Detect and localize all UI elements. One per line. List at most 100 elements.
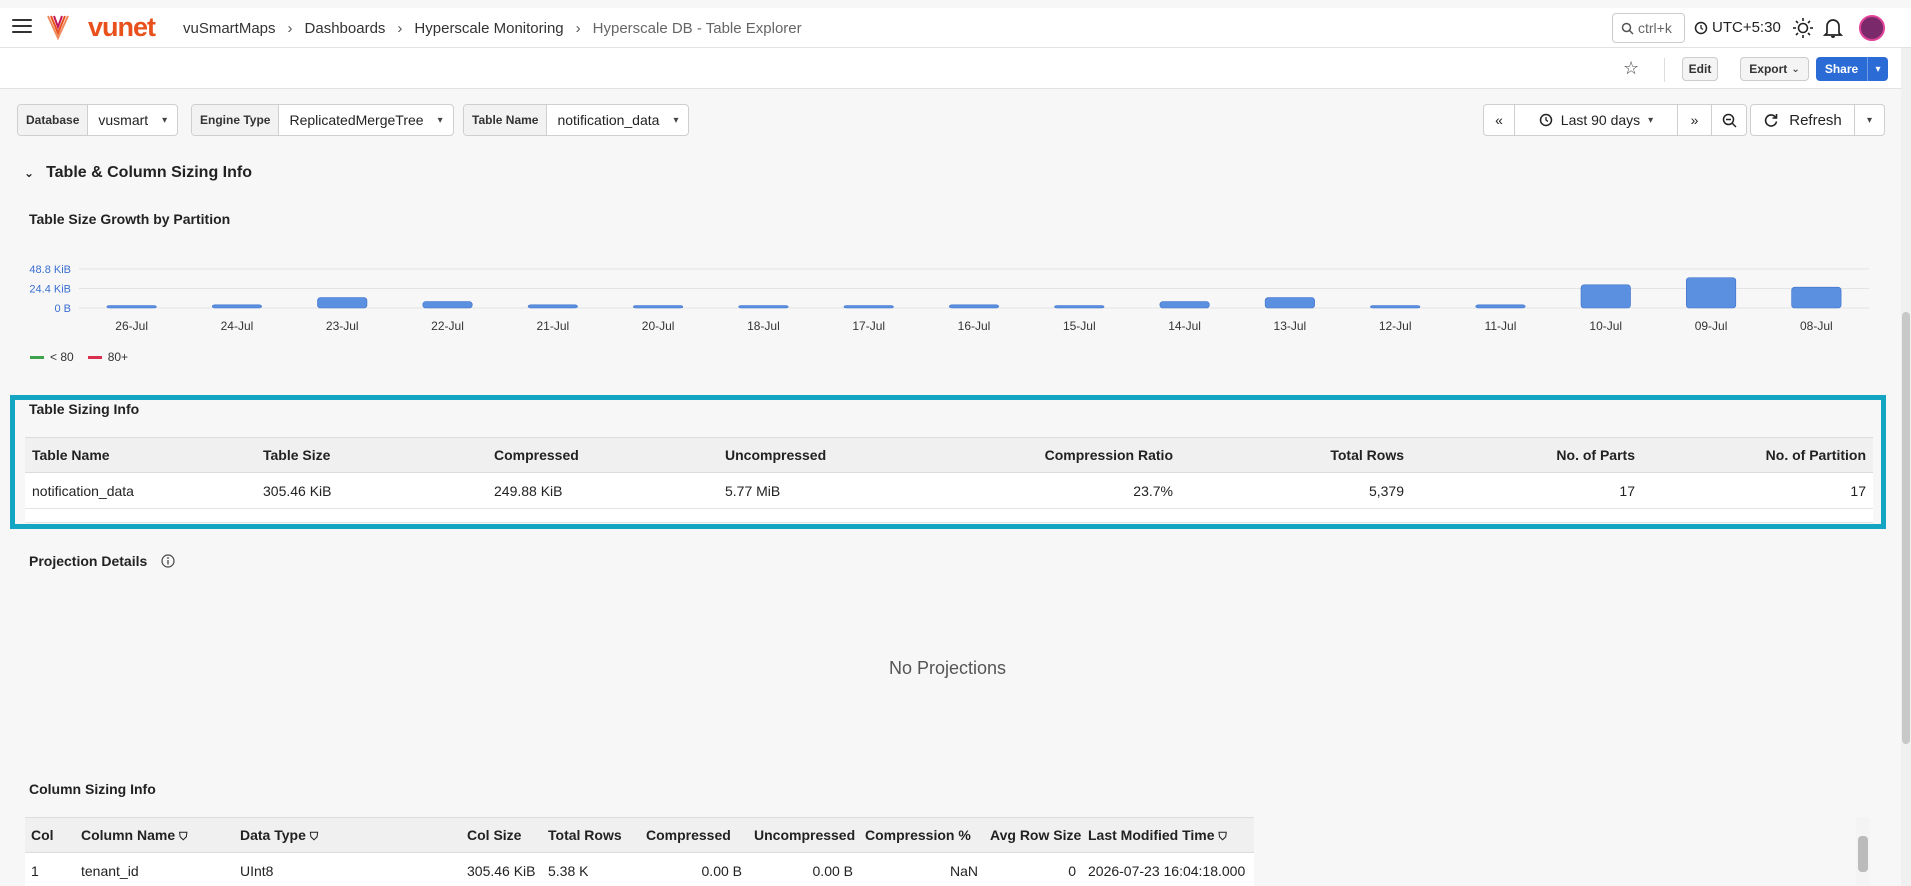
table-cell: 23.7% [949, 472, 1180, 509]
page-scrollbar-thumb[interactable] [1902, 312, 1910, 744]
legend-label: < 80 [50, 350, 74, 364]
notification-bell-icon[interactable] [1823, 17, 1843, 39]
table-cell: notification_data [25, 472, 256, 509]
no-projections-message: No Projections [889, 658, 1007, 678]
section-header[interactable]: ⌄ Table & Column Sizing Info [24, 164, 252, 182]
chevron-right-icon: › [575, 20, 581, 37]
column-header[interactable]: Compressed [487, 437, 718, 473]
chart-bar[interactable] [1264, 297, 1315, 309]
column-header[interactable]: Uncompressed [718, 437, 949, 473]
refresh-icon [1765, 114, 1778, 127]
table-row[interactable]: notification_data 305.46 KiB 249.88 KiB … [25, 472, 1873, 509]
chevron-down-icon: ⌄ [1791, 63, 1800, 75]
chart-bar[interactable] [633, 305, 684, 309]
column-header[interactable]: Avg Row Size [984, 817, 1082, 853]
refresh-interval-chevron-icon[interactable]: ▾ [1854, 105, 1884, 135]
chart-bar[interactable] [738, 305, 789, 309]
filter-table-name[interactable]: Table Name notification_data ▾ [463, 104, 690, 136]
filter-database[interactable]: Database vusmart ▾ [17, 104, 179, 136]
table-cell: 17 [1642, 472, 1873, 509]
column-header[interactable]: Compression Ratio [949, 437, 1180, 473]
column-header[interactable]: No. of Partition [1642, 437, 1873, 473]
divider [1664, 58, 1665, 82]
column-header-last-modified[interactable]: Last Modified Time ⛉ [1082, 817, 1254, 853]
column-header[interactable]: Total Rows [542, 817, 640, 853]
zoom-out-icon[interactable] [1712, 105, 1746, 135]
chart-bar[interactable] [1054, 305, 1105, 309]
breadcrumb-hyperscale-monitoring[interactable]: Hyperscale Monitoring [414, 20, 563, 37]
time-range-label: Last 90 days [1560, 112, 1641, 128]
column-header[interactable]: Table Size [256, 437, 487, 473]
column-header[interactable]: Compression % [859, 817, 984, 853]
table-cell: 305.46 KiB [461, 852, 542, 886]
filter-icon[interactable]: ⛉ [1219, 831, 1227, 843]
chart-bar[interactable] [1791, 286, 1842, 309]
x-tick-label: 16-Jul [958, 319, 991, 333]
breadcrumb-dashboards[interactable]: Dashboards [305, 20, 386, 37]
chart-bar[interactable] [1159, 301, 1210, 309]
share-dropdown-chevron-icon[interactable]: ▾ [1868, 57, 1888, 81]
column-header[interactable]: Table Name [25, 437, 256, 473]
table-row[interactable]: 1 tenant_id UInt8 305.46 KiB 5.38 K 0.00… [25, 852, 1254, 886]
time-back-double-chevron-icon[interactable]: « [1484, 105, 1515, 135]
export-label: Export [1749, 62, 1788, 76]
table-size-growth-chart: 0 B 24.4 KiB 48.8 KiB 26-Jul 24-Jul 23-Jul 22-… [29, 264, 1869, 333]
x-tick-label: 14-Jul [1168, 319, 1201, 333]
chart-bar[interactable] [317, 297, 368, 309]
filter-engine-type[interactable]: Engine Type ReplicatedMergeTree ▾ [191, 104, 454, 136]
chart-bar[interactable] [422, 301, 473, 309]
share-button[interactable]: Share [1816, 57, 1868, 81]
info-icon[interactable] [161, 554, 175, 568]
theme-toggle-sun-icon[interactable] [1792, 17, 1814, 39]
table-cell: 305.46 KiB [256, 472, 487, 509]
y-tick-label: 0 B [54, 303, 71, 315]
chart-bar[interactable] [1580, 284, 1631, 309]
timezone-selector[interactable]: UTC+5:30 [1694, 19, 1781, 36]
legend-item[interactable]: 80+ [87, 350, 128, 364]
table-scrollbar-thumb[interactable] [1858, 836, 1868, 872]
time-forward-double-chevron-icon[interactable]: » [1678, 105, 1712, 135]
favorite-star-icon[interactable]: ☆ [1623, 58, 1639, 79]
column-header-column-name[interactable]: Column Name ⛉ [75, 817, 234, 853]
filter-value-wrap: ReplicatedMergeTree ▾ [279, 105, 452, 135]
column-header[interactable]: Compressed [640, 817, 748, 853]
breadcrumb-vusmartmaps[interactable]: vuSmartMaps [183, 20, 276, 37]
filter-icon[interactable]: ⛉ [179, 831, 187, 843]
edit-button[interactable]: Edit [1682, 57, 1718, 81]
chart-legend: < 80 80+ [30, 350, 128, 364]
x-tick-label: 13-Jul [1274, 319, 1307, 333]
column-header[interactable]: Col [25, 817, 75, 853]
table-header-row: Table Name Table Size Compressed Uncompr… [25, 437, 1873, 473]
chart-bar[interactable] [948, 304, 1000, 309]
hamburger-menu-icon[interactable] [12, 19, 32, 33]
search-input[interactable]: ctrl+k [1612, 13, 1685, 43]
filter-value: vusmart [98, 112, 149, 128]
x-tick-label: 17-Jul [852, 319, 885, 333]
x-tick-label: 08-Jul [1800, 319, 1833, 333]
column-panel-title: Column Sizing Info [29, 781, 156, 797]
column-header[interactable]: No. of Parts [1411, 437, 1642, 473]
x-tick-label: 20-Jul [642, 319, 675, 333]
chart-bar[interactable] [527, 304, 578, 309]
refresh-button[interactable]: Refresh [1751, 105, 1854, 135]
column-header[interactable]: Col Size [461, 817, 542, 853]
chart-bar[interactable] [106, 305, 157, 309]
export-button[interactable]: Export ⌄ [1740, 57, 1809, 81]
chart-bar[interactable] [211, 304, 262, 309]
user-avatar[interactable] [1859, 15, 1885, 41]
table-cell: 0.00 B [640, 852, 748, 886]
column-header-data-type[interactable]: Data Type ⛉ [234, 817, 461, 853]
chart-bar[interactable] [1686, 277, 1737, 309]
clock-icon [1694, 21, 1708, 34]
projection-panel-header: Projection Details [29, 553, 175, 569]
chart-bar[interactable] [843, 305, 894, 309]
legend-item[interactable]: < 80 [30, 350, 74, 364]
share-button-group: Share ▾ [1816, 57, 1888, 81]
column-header[interactable]: Total Rows [1180, 437, 1411, 473]
chart-bar[interactable] [1475, 304, 1526, 309]
time-range-selector[interactable]: Last 90 days ▾ [1515, 105, 1678, 135]
chart-bar[interactable] [1370, 305, 1421, 309]
column-header[interactable]: Uncompressed [748, 817, 859, 853]
filter-icon[interactable]: ⛉ [310, 831, 318, 843]
brand-logo[interactable]: vunet [88, 12, 156, 42]
